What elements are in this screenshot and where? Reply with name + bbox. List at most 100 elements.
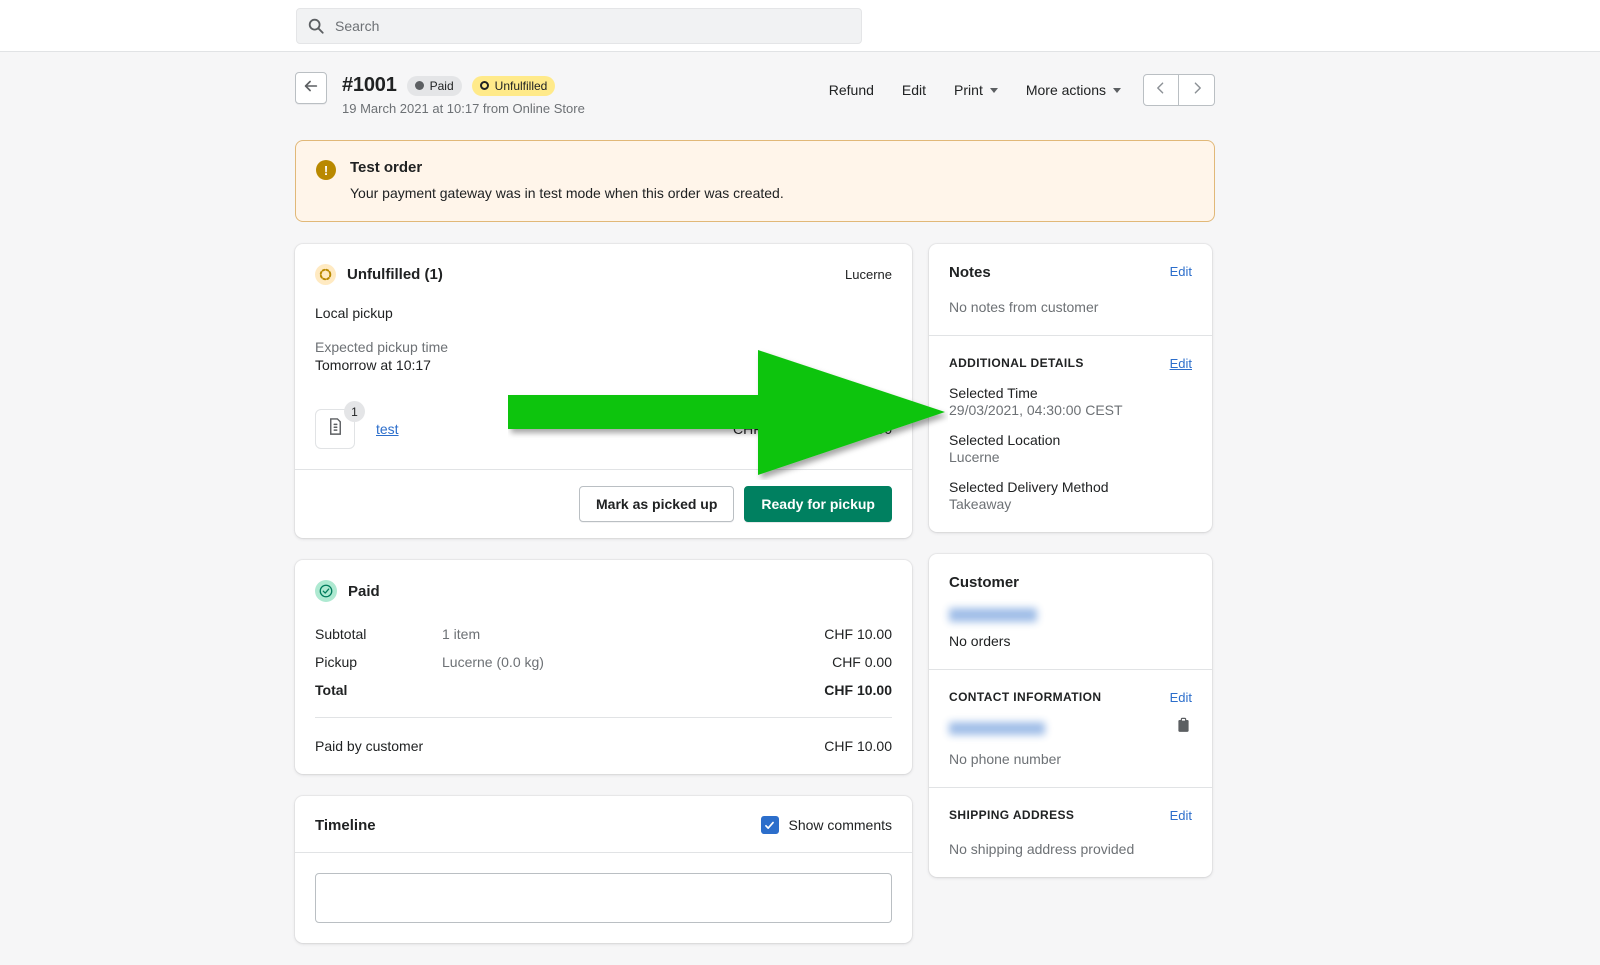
detail-selected-location: Selected Location Lucerne <box>949 432 1192 465</box>
payment-title: Paid <box>348 582 380 600</box>
chevron-left-icon <box>1153 80 1169 101</box>
header-actions: Refund Edit Print More actions <box>815 74 1215 106</box>
mark-as-picked-up-label: Mark as picked up <box>596 496 718 512</box>
ready-for-pickup-button[interactable]: Ready for pickup <box>744 486 892 522</box>
payment-status: Paid <box>315 580 892 602</box>
top-bar: Search <box>0 0 1600 52</box>
detail-selected-time: Selected Time 29/03/2021, 04:30:00 CEST <box>949 385 1192 418</box>
notes-section: Notes Edit No notes from customer <box>929 244 1212 335</box>
search-icon <box>307 17 325 35</box>
page-title: #1001 <box>342 74 397 96</box>
summary-label: Subtotal <box>315 626 367 642</box>
payment-section: Paid Subtotal 1 item CHF 10.00 Pickup Lu… <box>295 560 912 774</box>
expected-pickup-label: Expected pickup time <box>315 339 449 355</box>
status-badge-unfulfilled-label: Unfulfilled <box>494 78 548 93</box>
test-order-banner: ! Test order Your payment gateway was in… <box>295 140 1215 222</box>
contact-email-row: redacted <box>949 705 1192 735</box>
customer-title: Customer <box>949 574 1020 591</box>
status-badge-paid-label: Paid <box>429 78 454 93</box>
additional-details-section: ADDITIONAL DETAILS Edit Selected Time 29… <box>929 336 1212 532</box>
summary-separator <box>315 717 892 718</box>
previous-order-button[interactable] <box>1143 74 1179 106</box>
summary-row-pickup: Pickup Lucerne (0.0 kg) CHF 0.00 <box>315 654 892 670</box>
product-thumbnail: 1 <box>315 401 365 449</box>
detail-value: 29/03/2021, 04:30:00 CEST <box>949 402 1123 418</box>
detail-key: Selected Time <box>949 385 1038 401</box>
detail-value: Lucerne <box>949 449 1000 465</box>
shipping-address-section: SHIPPING ADDRESS Edit No shipping addres… <box>929 788 1212 877</box>
paid-by-customer-row: Paid by customer CHF 10.00 <box>315 738 892 754</box>
contact-edit-link[interactable]: Edit <box>1170 690 1192 705</box>
contact-information-header: CONTACT INFORMATION Edit <box>949 690 1192 705</box>
fulfillment-status: Unfulfilled (1) <box>315 264 443 285</box>
checkbox-checked-icon[interactable] <box>760 816 779 834</box>
shipping-edit-link[interactable]: Edit <box>1170 808 1192 823</box>
additional-details-header: ADDITIONAL DETAILS Edit <box>949 356 1192 371</box>
timeline-title: Timeline <box>315 816 376 834</box>
detail-key: Selected Delivery Method <box>949 479 1109 495</box>
alert-icon: ! <box>316 160 336 180</box>
order-pagination <box>1143 74 1215 106</box>
check-circle-icon <box>315 580 337 602</box>
additional-details-edit-link[interactable]: Edit <box>1170 356 1192 371</box>
paid-by-amount: CHF 10.00 <box>824 738 892 754</box>
customer-name-redacted[interactable]: redacted <box>949 608 1037 622</box>
edit-button[interactable]: Edit <box>888 76 940 104</box>
notes-edit-link[interactable]: Edit <box>1170 264 1192 279</box>
ready-for-pickup-label: Ready for pickup <box>761 496 875 512</box>
arrow-left-icon <box>302 77 320 100</box>
expected-pickup-value: Tomorrow at 10:17 <box>315 357 431 373</box>
customer-orders-count: No orders <box>949 633 1011 649</box>
customer-email-redacted[interactable]: redacted <box>949 722 1045 735</box>
banner-content: Test order Your payment gateway was in t… <box>350 159 784 201</box>
line-item-total-price: CHF 10.00 <box>824 421 892 437</box>
timeline-card: Timeline Show comments <box>295 796 912 943</box>
columns: Unfulfilled (1) Lucerne Local pickup Exp… <box>295 244 1215 965</box>
summary-amount: CHF 10.00 <box>824 626 892 642</box>
detail-selected-delivery-method: Selected Delivery Method Takeaway <box>949 479 1192 512</box>
pickup-method: Local pickup <box>315 305 393 321</box>
customer-card: Customer redacted No orders CONTACT INFO… <box>929 554 1212 877</box>
status-badge-unfulfilled: Unfulfilled <box>471 75 556 96</box>
payment-card: Paid Subtotal 1 item CHF 10.00 Pickup Lu… <box>295 560 912 774</box>
detail-key: Selected Location <box>949 432 1061 448</box>
back-button[interactable] <box>295 72 327 104</box>
mark-as-picked-up-button[interactable]: Mark as picked up <box>579 486 735 522</box>
chevron-right-icon <box>1189 80 1205 101</box>
summary-desc: 1 item <box>442 626 481 642</box>
customer-section: Customer redacted No orders <box>929 554 1212 669</box>
order-header: #1001 Paid Unfulfilled 19 March 2021 at … <box>295 52 1215 132</box>
summary-row-total: Total CHF 10.00 <box>315 682 892 698</box>
comment-input[interactable] <box>315 873 892 923</box>
shipping-address-empty: No shipping address provided <box>949 841 1135 857</box>
search-placeholder: Search <box>335 18 380 34</box>
dot-hollow-icon <box>479 81 489 90</box>
contact-information-section: CONTACT INFORMATION Edit redacted No pho… <box>929 670 1212 787</box>
paid-by-label: Paid by customer <box>315 738 424 754</box>
show-comments-toggle[interactable]: Show comments <box>760 816 892 834</box>
timeline-body <box>295 852 912 943</box>
banner-text: Your payment gateway was in test mode wh… <box>350 185 784 201</box>
clipboard-icon[interactable] <box>1175 717 1192 734</box>
summary-label: Total <box>315 682 348 698</box>
detail-value: Takeaway <box>949 496 1012 512</box>
print-button[interactable]: Print <box>940 76 1012 104</box>
line-item-name[interactable]: test <box>376 421 399 437</box>
timeline-header: Timeline Show comments <box>295 796 912 852</box>
fulfillment-actions: Mark as picked up Ready for pickup <box>295 470 912 538</box>
shipping-address-header: SHIPPING ADDRESS Edit <box>949 808 1192 823</box>
dot-filled-icon <box>414 81 424 90</box>
search-input[interactable]: Search <box>296 8 862 44</box>
next-order-button[interactable] <box>1179 74 1215 106</box>
fulfillment-section: Unfulfilled (1) Lucerne Local pickup Exp… <box>295 244 912 469</box>
contact-information-title: CONTACT INFORMATION <box>949 690 1102 704</box>
more-actions-button[interactable]: More actions <box>1012 76 1135 104</box>
refund-label: Refund <box>828 82 874 98</box>
refund-button[interactable]: Refund <box>815 76 888 104</box>
notes-title: Notes <box>949 264 991 281</box>
more-actions-label: More actions <box>1025 82 1106 98</box>
status-badge-paid: Paid <box>406 75 462 96</box>
payment-summary-table: Subtotal 1 item CHF 10.00 Pickup Lucerne… <box>315 626 892 698</box>
summary-label: Pickup <box>315 654 358 670</box>
summary-amount: CHF 0.00 <box>832 654 892 670</box>
